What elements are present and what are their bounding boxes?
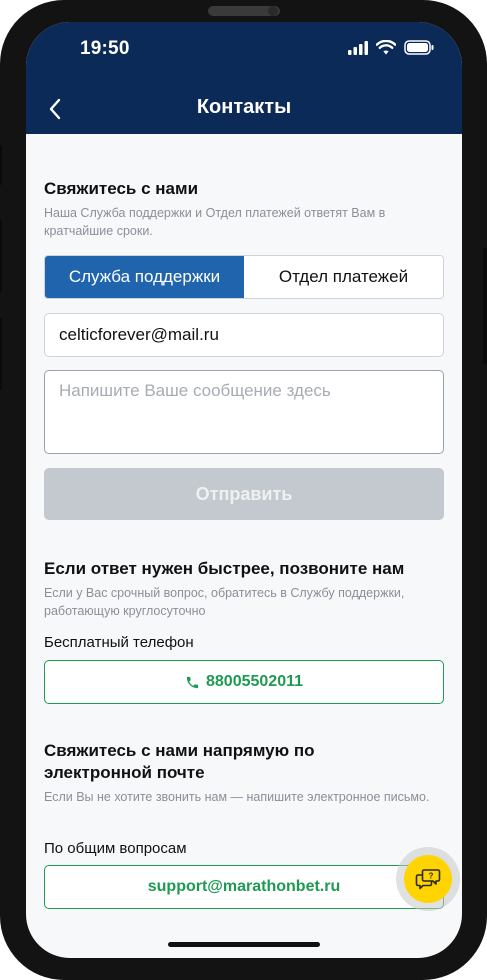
home-indicator (168, 942, 320, 947)
battery-icon (404, 40, 434, 60)
contact-form-header: Свяжитесь с нами Наша Служба поддержки и… (44, 178, 444, 240)
signal-icon (348, 40, 368, 60)
free-phone-label: Бесплатный телефон (44, 634, 194, 651)
phone-frame: 19:50 Контакты Свяжитесь с нами Наша Слу… (0, 0, 487, 980)
email-field[interactable] (44, 313, 444, 357)
email-section-title: Свяжитесь с нами напрямую по электронной… (44, 741, 315, 782)
email-section-subtitle: Если Вы не хотите звонить нам — напишите… (44, 790, 430, 804)
general-questions-label: По общим вопросам (44, 840, 187, 857)
side-button (0, 145, 2, 185)
call-section-subtitle: Если у Вас срочный вопрос, обратитесь в … (44, 586, 405, 618)
screen: 19:50 Контакты Свяжитесь с нами Наша Слу… (26, 22, 462, 958)
tab-payments[interactable]: Отдел платежей (244, 256, 443, 298)
support-email: support@marathonbet.ru (147, 878, 341, 895)
status-time: 19:50 (80, 38, 130, 59)
phone-number: 88005502011 (206, 673, 303, 690)
tab-support[interactable]: Служба поддержки (45, 256, 244, 298)
wifi-icon (375, 39, 397, 60)
chat-help-button[interactable]: ? (404, 855, 452, 903)
front-camera (268, 6, 278, 16)
app-header: 19:50 Контакты (26, 22, 462, 134)
volume-down-button (0, 318, 2, 390)
svg-text:?: ? (429, 872, 434, 881)
support-email-button[interactable]: support@marathonbet.ru (44, 865, 444, 909)
contact-form-subtitle: Наша Служба поддержки и Отдел платежей о… (44, 206, 386, 238)
call-section-title: Если ответ нужен быстрее, позвоните нам (44, 559, 405, 578)
page-title: Контакты (196, 96, 292, 118)
contact-form-title: Свяжитесь с нами (44, 179, 199, 198)
department-tabs: Служба поддержки Отдел платежей (44, 255, 444, 299)
call-section: Если ответ нужен быстрее, позвоните нам … (44, 558, 444, 620)
call-phone-button[interactable]: 88005502011 (44, 660, 444, 704)
volume-up-button (0, 220, 2, 292)
phone-icon (186, 676, 199, 688)
email-section: Свяжитесь с нами напрямую по электронной… (44, 740, 444, 806)
power-button (483, 248, 487, 364)
send-button[interactable]: Отправить (44, 468, 444, 520)
chat-help-icon: ? (415, 869, 441, 890)
message-field[interactable] (44, 370, 444, 454)
status-icons (348, 39, 434, 60)
